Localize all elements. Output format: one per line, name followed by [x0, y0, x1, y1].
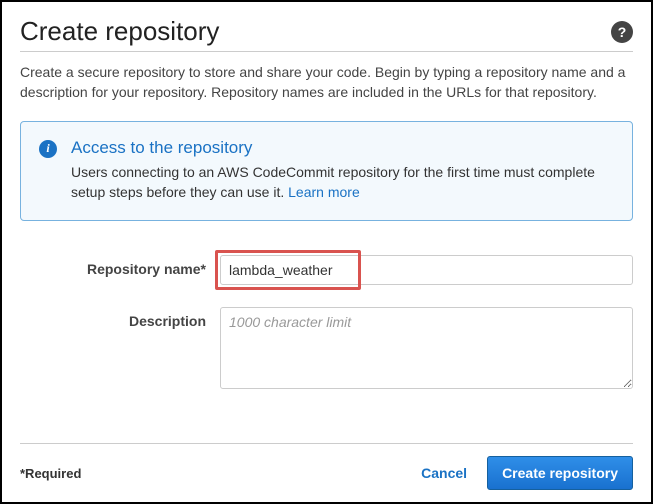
- form-row-description: Description: [20, 307, 633, 392]
- description-textarea[interactable]: [220, 307, 633, 389]
- description-input-wrap: [220, 307, 633, 392]
- create-repository-button[interactable]: Create repository: [487, 456, 633, 490]
- info-title: Access to the repository: [71, 138, 614, 158]
- intro-text: Create a secure repository to store and …: [20, 62, 633, 103]
- info-text: Users connecting to an AWS CodeCommit re…: [71, 162, 614, 203]
- form-row-name: Repository name*: [20, 255, 633, 285]
- required-note: *Required: [20, 466, 81, 481]
- repository-name-input[interactable]: [220, 255, 633, 285]
- info-box: i Access to the repository Users connect…: [20, 121, 633, 222]
- learn-more-link[interactable]: Learn more: [288, 184, 360, 200]
- repository-name-input-wrap: [220, 255, 633, 285]
- header: Create repository ?: [20, 16, 633, 52]
- footer: *Required Cancel Create repository: [20, 443, 633, 490]
- info-icon: i: [39, 140, 57, 158]
- help-icon[interactable]: ?: [611, 21, 633, 43]
- description-label: Description: [20, 307, 220, 329]
- info-content: Access to the repository Users connectin…: [71, 138, 614, 203]
- footer-actions: Cancel Create repository: [421, 456, 633, 490]
- repository-name-label: Repository name*: [20, 255, 220, 277]
- cancel-button[interactable]: Cancel: [421, 465, 467, 481]
- page-title: Create repository: [20, 16, 219, 47]
